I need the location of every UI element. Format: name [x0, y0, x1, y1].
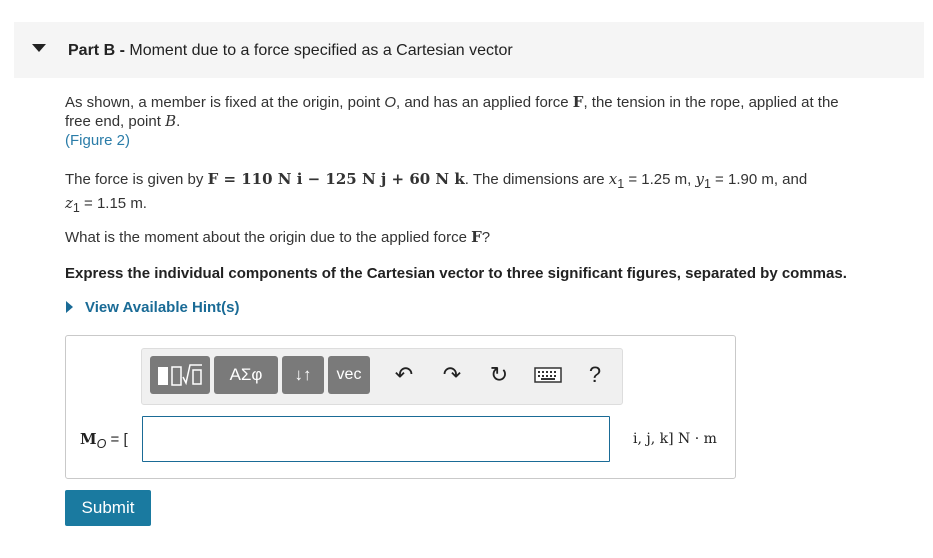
dims-prefix: . The dimensions are	[464, 171, 605, 188]
collapse-caret-icon[interactable]	[32, 44, 46, 52]
z1-var: z	[65, 194, 73, 212]
force-symbol: F	[572, 93, 584, 111]
intro-text: As shown, a member is fixed at the origi…	[65, 94, 381, 111]
y1-var: y	[695, 170, 704, 188]
moment-symbol: M	[80, 430, 97, 448]
vector-button[interactable]: vec	[328, 356, 370, 394]
templates-icon	[158, 364, 202, 386]
x1-var: x	[608, 170, 618, 188]
submit-button[interactable]: Submit	[65, 490, 151, 526]
force-equation: F = 110 N i − 125 N j + 60 N k	[207, 170, 465, 188]
point-b: B	[165, 112, 177, 130]
force-prefix: The force is given by	[65, 171, 204, 188]
undo-icon[interactable]: ↶	[391, 362, 417, 388]
intro-text-2: , and has an applied force	[396, 94, 569, 111]
part-label: Part B -	[68, 42, 125, 59]
reset-icon[interactable]: ↻	[486, 362, 512, 388]
z1-value: = 1.15 m.	[79, 195, 147, 212]
keyboard-icon[interactable]	[533, 362, 563, 388]
moment-input[interactable]	[142, 416, 610, 462]
question-text: What is the moment about the origin due …	[65, 228, 490, 247]
templates-button[interactable]	[150, 356, 210, 394]
part-title: Part B - Moment due to a force specified…	[68, 42, 513, 60]
y1-value: = 1.90 m, and	[710, 171, 808, 188]
help-button[interactable]: ?	[582, 362, 608, 388]
figure-link[interactable]: (Figure 2)	[65, 132, 130, 149]
moment-eq: = [	[106, 431, 128, 448]
keyboard-shape	[534, 367, 562, 383]
part-title-text: Moment due to a force specified as a Car…	[129, 42, 513, 59]
point-o: O	[384, 94, 396, 111]
redo-icon[interactable]: ↷	[439, 362, 465, 388]
force-paragraph: The force is given by F = 110 N i − 125 …	[65, 170, 808, 215]
subscript-button[interactable]: ↓↑	[282, 356, 324, 394]
symbols-button[interactable]: ΑΣφ	[214, 356, 278, 394]
question-body: What is the moment about the origin due …	[65, 229, 467, 246]
question-end: ?	[481, 229, 491, 246]
view-hints-link[interactable]: View Available Hint(s)	[85, 299, 240, 316]
intro-text-5: .	[176, 113, 181, 130]
x1-value: = 1.25 m,	[624, 171, 692, 188]
hint-caret-icon[interactable]	[66, 301, 73, 313]
intro-paragraph: As shown, a member is fixed at the origi…	[65, 93, 915, 150]
question-force-symbol: F	[471, 228, 482, 246]
instruction-text: Express the individual components of the…	[65, 265, 847, 282]
moment-subscript: O	[96, 437, 107, 451]
intro-text-3: , the tension in the rope, applied at th…	[583, 94, 839, 111]
intro-text-4: free end, point	[65, 113, 161, 130]
moment-label: MO = [	[80, 430, 128, 451]
units-label: i, j, k] N · m	[633, 431, 717, 447]
